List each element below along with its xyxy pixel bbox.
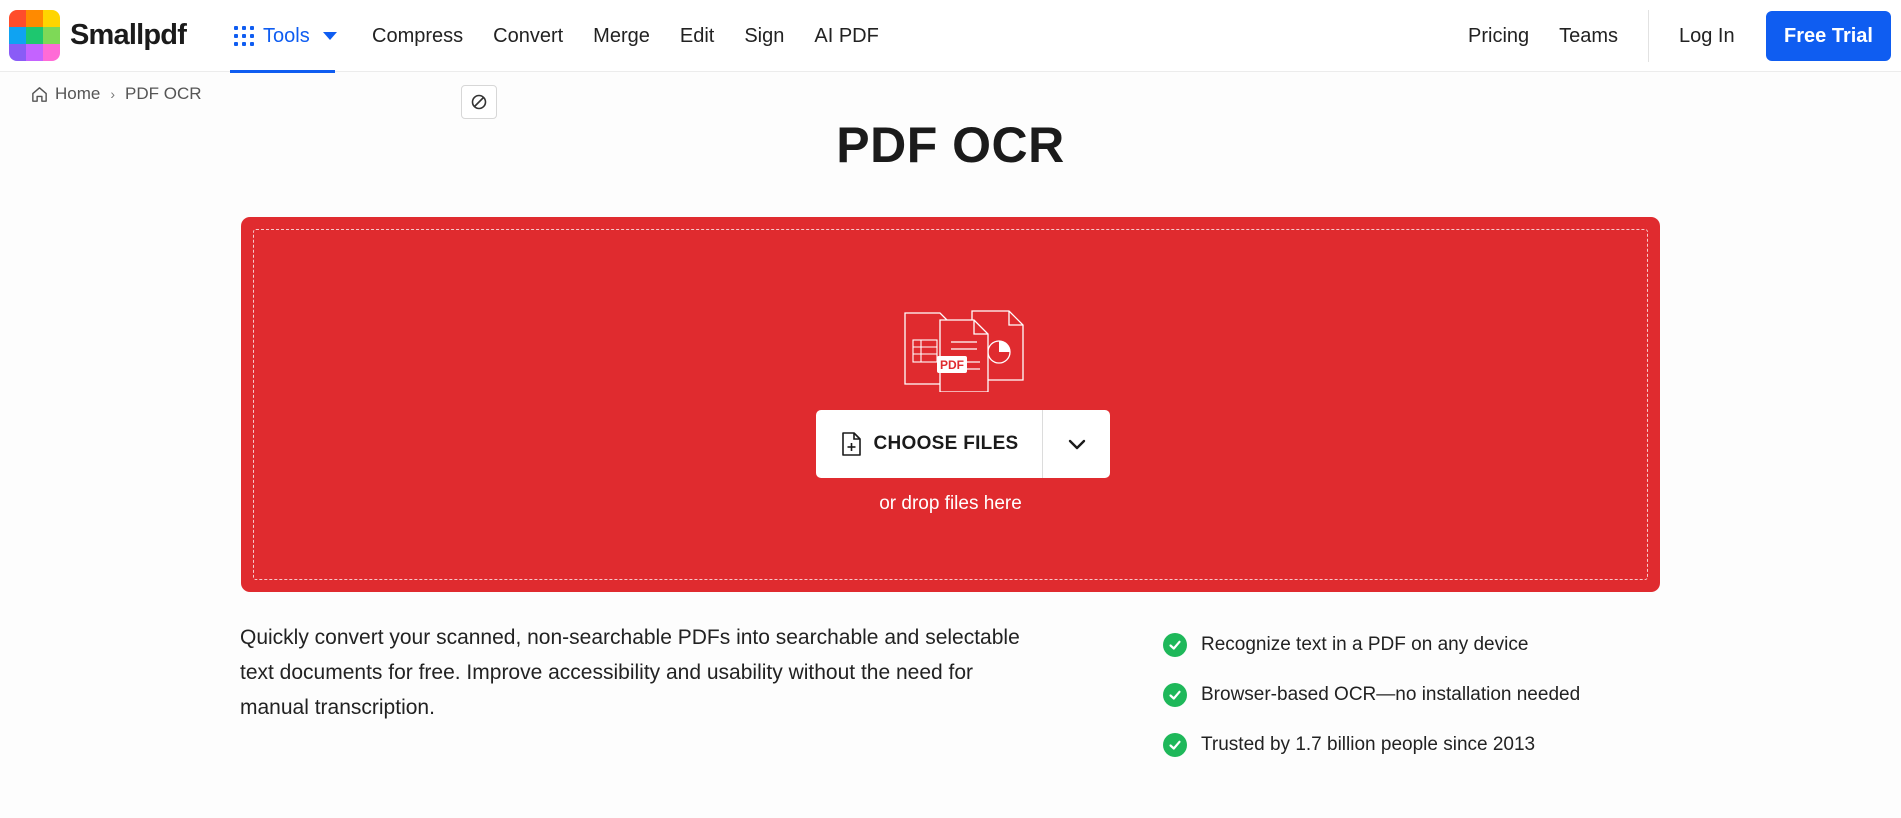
- nav-ai-pdf[interactable]: AI PDF: [814, 25, 878, 48]
- file-source-dropdown-button[interactable]: [1043, 410, 1110, 478]
- feature-text: Trusted by 1.7 billion people since 2013: [1201, 734, 1536, 755]
- feature-item: Browser-based OCR—no installation needed: [1163, 670, 1580, 720]
- tools-label: Tools: [263, 24, 310, 47]
- choose-files-label: CHOOSE FILES: [873, 433, 1019, 454]
- block-icon: [471, 94, 487, 110]
- check-icon: [1163, 683, 1187, 707]
- top-navigation-bar: Smallpdf Tools Compress Convert Merge Ed…: [0, 0, 1901, 73]
- choose-files-group: CHOOSE FILES: [816, 410, 1110, 478]
- feature-text: Browser-based OCR—no installation needed: [1201, 684, 1581, 705]
- documents-illustration: PDF: [904, 310, 1024, 392]
- logo-icon: [9, 10, 60, 61]
- drop-hint-text: or drop files here: [879, 493, 1022, 514]
- primary-nav: Compress Convert Merge Edit Sign AI PDF: [372, 0, 909, 72]
- breadcrumb: Home › PDF OCR: [30, 84, 202, 104]
- breadcrumb-current: PDF OCR: [125, 84, 202, 103]
- page-title: PDF OCR: [836, 117, 1065, 173]
- choose-files-button[interactable]: CHOOSE FILES: [816, 410, 1042, 478]
- file-add-icon: [842, 432, 862, 456]
- free-trial-button[interactable]: Free Trial: [1766, 11, 1891, 61]
- check-icon: [1163, 633, 1187, 657]
- feature-item: Trusted by 1.7 billion people since 2013: [1163, 720, 1580, 770]
- smallpdf-logo[interactable]: Smallpdf: [9, 10, 187, 61]
- login-link[interactable]: Log In: [1679, 0, 1735, 72]
- tools-menu-button[interactable]: Tools: [230, 0, 337, 73]
- feature-list: Recognize text in a PDF on any device Br…: [1163, 620, 1580, 770]
- dropzone-dashed-border: PDF CHOOSE FILES or drop files here: [253, 229, 1648, 580]
- block-toggle-button[interactable]: [461, 85, 497, 119]
- nav-edit[interactable]: Edit: [680, 25, 714, 48]
- check-icon: [1163, 733, 1187, 757]
- file-dropzone[interactable]: PDF CHOOSE FILES or drop files here: [241, 217, 1660, 592]
- logo-text: Smallpdf: [70, 19, 187, 51]
- nav-sign[interactable]: Sign: [744, 25, 784, 48]
- breadcrumb-home[interactable]: Home: [55, 84, 100, 104]
- tool-description: Quickly convert your scanned, non-search…: [240, 626, 1020, 719]
- chevron-down-icon: [322, 32, 337, 40]
- chevron-down-icon: [1068, 439, 1085, 450]
- nav-teams[interactable]: Teams: [1559, 25, 1618, 48]
- feature-item: Recognize text in a PDF on any device: [1163, 620, 1580, 670]
- grid-icon: [234, 26, 254, 46]
- nav-merge[interactable]: Merge: [593, 25, 650, 48]
- secondary-nav: Pricing Teams: [1468, 0, 1648, 72]
- header-divider: [1648, 10, 1649, 62]
- nav-compress[interactable]: Compress: [372, 25, 463, 48]
- feature-text: Recognize text in a PDF on any device: [1201, 634, 1529, 655]
- nav-pricing[interactable]: Pricing: [1468, 25, 1529, 48]
- pdf-badge-text: PDF: [940, 358, 964, 372]
- nav-convert[interactable]: Convert: [493, 25, 563, 48]
- home-icon: [32, 86, 47, 102]
- breadcrumb-separator: ›: [110, 86, 116, 102]
